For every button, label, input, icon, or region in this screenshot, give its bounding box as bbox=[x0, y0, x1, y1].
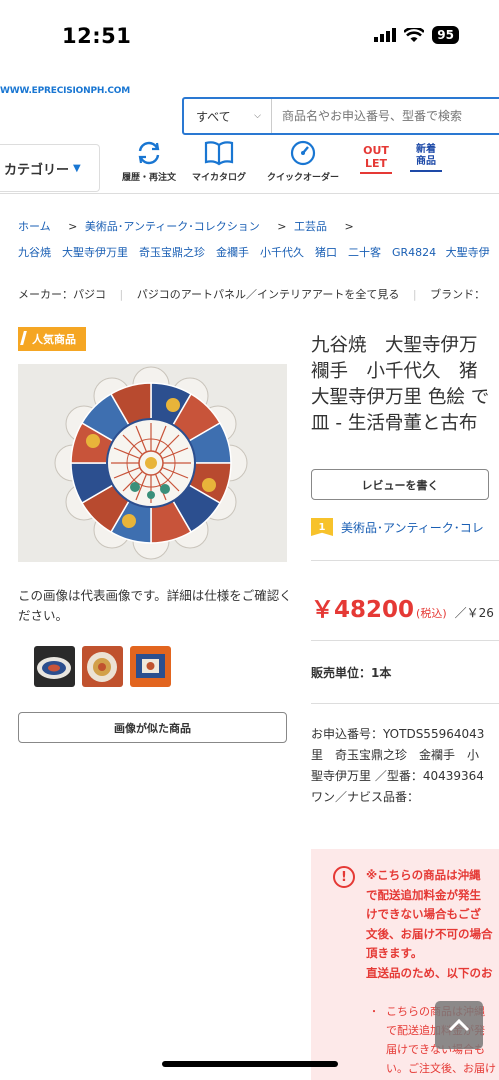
thumbnail-2[interactable] bbox=[82, 646, 123, 687]
product-main-image[interactable] bbox=[18, 364, 287, 562]
breadcrumb: ホーム > 美術品･アンティーク･コレクション > 工芸品 > bbox=[18, 218, 358, 234]
signal-icon bbox=[374, 28, 397, 42]
write-review-button[interactable]: レビューを書く bbox=[311, 469, 489, 500]
notice-text: ※こちらの商品は沖縄 で配送追加料金が発生 けできない場合もござ 文後、お届け不… bbox=[366, 866, 499, 983]
home-indicator[interactable] bbox=[162, 1061, 338, 1067]
notice-line: けできない場合もござ bbox=[366, 907, 481, 921]
breadcrumb-art[interactable]: 美術品･アンティーク･コレクション bbox=[85, 220, 260, 233]
ranking-category: 美術品･アンティーク･コレ bbox=[341, 520, 484, 535]
price-excluding-tax: ／￥26 bbox=[454, 606, 494, 620]
divider bbox=[311, 560, 499, 561]
quick-order-button[interactable]: クイックオーダー bbox=[267, 140, 339, 183]
scroll-to-top-button[interactable] bbox=[435, 1001, 483, 1049]
notice-line: 文後、お届け不可の場合 bbox=[366, 926, 493, 941]
product-title-line: 襴手 小千代久 猪 bbox=[311, 361, 478, 382]
new-label-2: 商品 bbox=[416, 156, 436, 167]
breadcrumb-separator: > bbox=[344, 220, 354, 233]
notice-line: 直送品のため、以下のお bbox=[366, 965, 493, 980]
bullet-icon: ・ bbox=[369, 1007, 379, 1018]
product-title-line: 九谷焼 大聖寺伊万 bbox=[311, 335, 478, 356]
breadcrumb-crafts[interactable]: 工芸品 bbox=[294, 220, 327, 233]
ranking-link[interactable]: 1 美術品･アンティーク･コレ bbox=[311, 518, 484, 536]
product-title: 九谷焼 大聖寺伊万 襴手 小千代久 猪 大聖寺伊万里 色絵 で 皿 - 生活骨董… bbox=[311, 333, 499, 437]
notice-sub-line: い。ご注文後、お届け bbox=[386, 1062, 496, 1075]
product-title-line: 皿 - 生活骨董と古布 bbox=[311, 413, 478, 434]
maker-all-link[interactable]: パジコのアートパネル／インテリアアートを全て見る bbox=[137, 288, 400, 301]
price-tax-label: (税込) bbox=[416, 607, 447, 620]
header-divider bbox=[0, 193, 499, 194]
brand-label: ブランド： bbox=[430, 288, 486, 301]
thumbnail-3[interactable] bbox=[130, 646, 171, 687]
divider bbox=[311, 640, 499, 641]
search-category-select[interactable]: すべて ⌵ bbox=[184, 99, 272, 133]
breadcrumb-separator: > bbox=[68, 220, 78, 233]
speedometer-icon bbox=[290, 140, 316, 166]
divider: | bbox=[412, 288, 417, 301]
category-label: カテゴリー bbox=[4, 162, 70, 178]
price-block: ￥48200 (税込) ／￥26 bbox=[311, 590, 494, 624]
status-icons: 95 bbox=[374, 26, 459, 44]
plate-illustration bbox=[18, 364, 287, 562]
category-button[interactable]: カテゴリー ▼ bbox=[0, 144, 100, 192]
outlet-label-1: OUT bbox=[363, 144, 389, 157]
history-reorder-button[interactable]: 履歴・再注文 bbox=[122, 140, 176, 183]
order-info-line: お申込番号：YOTDS55964043 bbox=[311, 727, 485, 741]
divider bbox=[311, 703, 499, 704]
popular-badge: 人気商品 bbox=[18, 327, 86, 351]
chevron-down-icon: ⌵ bbox=[254, 111, 261, 121]
similar-image-button[interactable]: 画像が似た商品 bbox=[18, 712, 287, 743]
site-logo[interactable]: WWW.EPRECISIONPH.COM bbox=[0, 86, 130, 96]
outlet-label-2: LET bbox=[364, 157, 388, 170]
search-category-label: すべて bbox=[196, 109, 231, 124]
notice-line: 頂きます。 bbox=[366, 946, 423, 960]
rank-badge: 1 bbox=[311, 518, 333, 536]
warning-icon: ! bbox=[333, 866, 355, 888]
divider: | bbox=[119, 288, 124, 301]
quick-order-label: クイックオーダー bbox=[267, 173, 340, 183]
maker-link[interactable]: メーカー：パジコ bbox=[18, 288, 106, 301]
thumbnail-1[interactable] bbox=[34, 646, 75, 687]
chevron-down-icon: ▼ bbox=[73, 162, 81, 174]
outlet-button[interactable]: OUT LET bbox=[360, 144, 392, 174]
search-input[interactable] bbox=[272, 99, 499, 133]
wifi-icon bbox=[404, 27, 425, 42]
status-time: 12:51 bbox=[62, 24, 132, 48]
product-title-line: 大聖寺伊万里 色絵 で bbox=[311, 387, 490, 408]
refresh-icon bbox=[138, 141, 160, 165]
thumbnail-list bbox=[34, 646, 171, 687]
breadcrumb-current[interactable]: 九谷焼 大聖寺伊万里 奇玉宝鼎之珍 金襴手 小千代久 猪口 二十客 GR4824… bbox=[18, 244, 490, 260]
new-label-1: 新着 bbox=[416, 144, 436, 155]
breadcrumb-separator: > bbox=[277, 220, 287, 233]
order-info-line: 聖寺伊万里 ／型番：40439364 bbox=[311, 769, 484, 783]
my-catalog-button[interactable]: マイカタログ bbox=[192, 140, 246, 183]
order-info-line: ワン／ナビス品番： bbox=[311, 790, 420, 804]
search-bar: すべて ⌵ bbox=[182, 97, 499, 135]
maker-line: メーカー：パジコ | パジコのアートパネル／インテリアアートを全て見る | ブラ… bbox=[18, 286, 485, 302]
order-info: お申込番号：YOTDS55964043 里 奇玉宝鼎之珍 金襴手 小 聖寺伊万里… bbox=[311, 724, 499, 808]
breadcrumb-home[interactable]: ホーム bbox=[18, 220, 51, 233]
book-icon bbox=[204, 141, 234, 166]
sales-unit: 販売単位：1本 bbox=[311, 666, 392, 680]
history-label: 履歴・再注文 bbox=[122, 173, 177, 183]
image-note: この画像は代表画像です。詳細は仕様をご確認ください。 bbox=[18, 588, 292, 623]
new-items-button[interactable]: 新着 商品 bbox=[410, 144, 442, 172]
notice-line: ※こちらの商品は沖縄 bbox=[366, 868, 481, 882]
catalog-label: マイカタログ bbox=[192, 173, 247, 183]
order-info-line: 里 奇玉宝鼎之珍 金襴手 小 bbox=[311, 748, 480, 762]
price: ￥48200 bbox=[311, 597, 415, 623]
battery-indicator: 95 bbox=[432, 26, 459, 44]
notice-line: で配送追加料金が発生 bbox=[366, 887, 481, 902]
chevron-up-icon bbox=[448, 1018, 470, 1032]
